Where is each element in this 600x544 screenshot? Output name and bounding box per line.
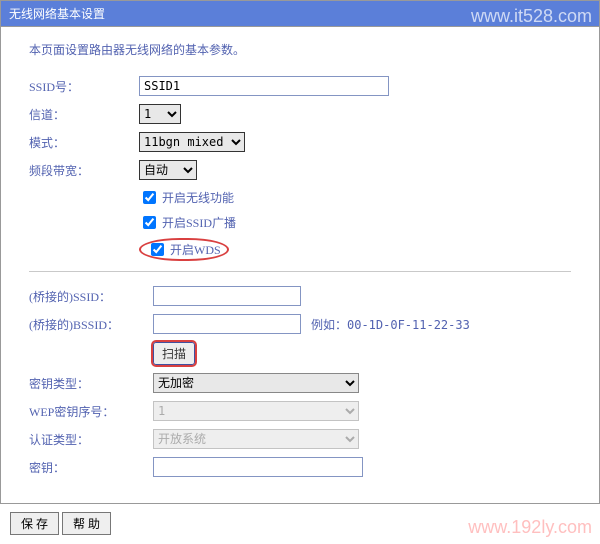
encryption-label: 密钥类型： bbox=[29, 375, 153, 392]
enable-wds-label: 开启WDS bbox=[170, 241, 221, 258]
enable-ssid-broadcast-checkbox[interactable] bbox=[143, 216, 156, 229]
enable-wds-checkbox[interactable] bbox=[151, 243, 164, 256]
bridge-bssid-input[interactable] bbox=[153, 314, 301, 334]
wep-index-select: 1 bbox=[153, 401, 359, 421]
channel-select[interactable]: 1 bbox=[139, 104, 181, 124]
wds-highlight-oval: 开启WDS bbox=[139, 238, 229, 261]
intro-text: 本页面设置路由器无线网络的基本参数。 bbox=[29, 41, 571, 58]
encryption-select[interactable]: 无加密 bbox=[153, 373, 359, 393]
bssid-hint: 例如：00-1D-0F-11-22-33 bbox=[311, 316, 470, 333]
key-input[interactable] bbox=[153, 457, 363, 477]
enable-wireless-checkbox[interactable] bbox=[143, 191, 156, 204]
channel-label: 信道： bbox=[29, 106, 139, 123]
watermark-top: www.it528.com bbox=[471, 6, 592, 27]
separator bbox=[29, 271, 571, 272]
enable-ssid-broadcast-label: 开启SSID广播 bbox=[162, 214, 236, 231]
watermark-bottom: www.192ly.com bbox=[468, 517, 592, 538]
ssid-label: SSID号： bbox=[29, 78, 139, 95]
bandwidth-select[interactable]: 自动 bbox=[139, 160, 197, 180]
enable-wireless-label: 开启无线功能 bbox=[162, 189, 234, 206]
auth-type-select: 开放系统 bbox=[153, 429, 359, 449]
wep-index-label: WEP密钥序号： bbox=[29, 403, 153, 420]
bandwidth-label: 频段带宽： bbox=[29, 162, 139, 179]
ssid-input[interactable] bbox=[139, 76, 389, 96]
bridge-ssid-label: (桥接的)SSID： bbox=[29, 288, 153, 305]
scan-button[interactable]: 扫描 bbox=[153, 342, 195, 365]
bridge-bssid-label: (桥接的)BSSID： bbox=[29, 316, 153, 333]
key-label: 密钥： bbox=[29, 459, 153, 476]
mode-select[interactable]: 11bgn mixed bbox=[139, 132, 245, 152]
help-button[interactable]: 帮 助 bbox=[62, 512, 111, 535]
save-button[interactable]: 保 存 bbox=[10, 512, 59, 535]
panel-body: 本页面设置路由器无线网络的基本参数。 SSID号： 信道： 1 模式： 11bg… bbox=[0, 27, 600, 504]
bridge-ssid-input[interactable] bbox=[153, 286, 301, 306]
mode-label: 模式： bbox=[29, 134, 139, 151]
auth-type-label: 认证类型： bbox=[29, 431, 153, 448]
